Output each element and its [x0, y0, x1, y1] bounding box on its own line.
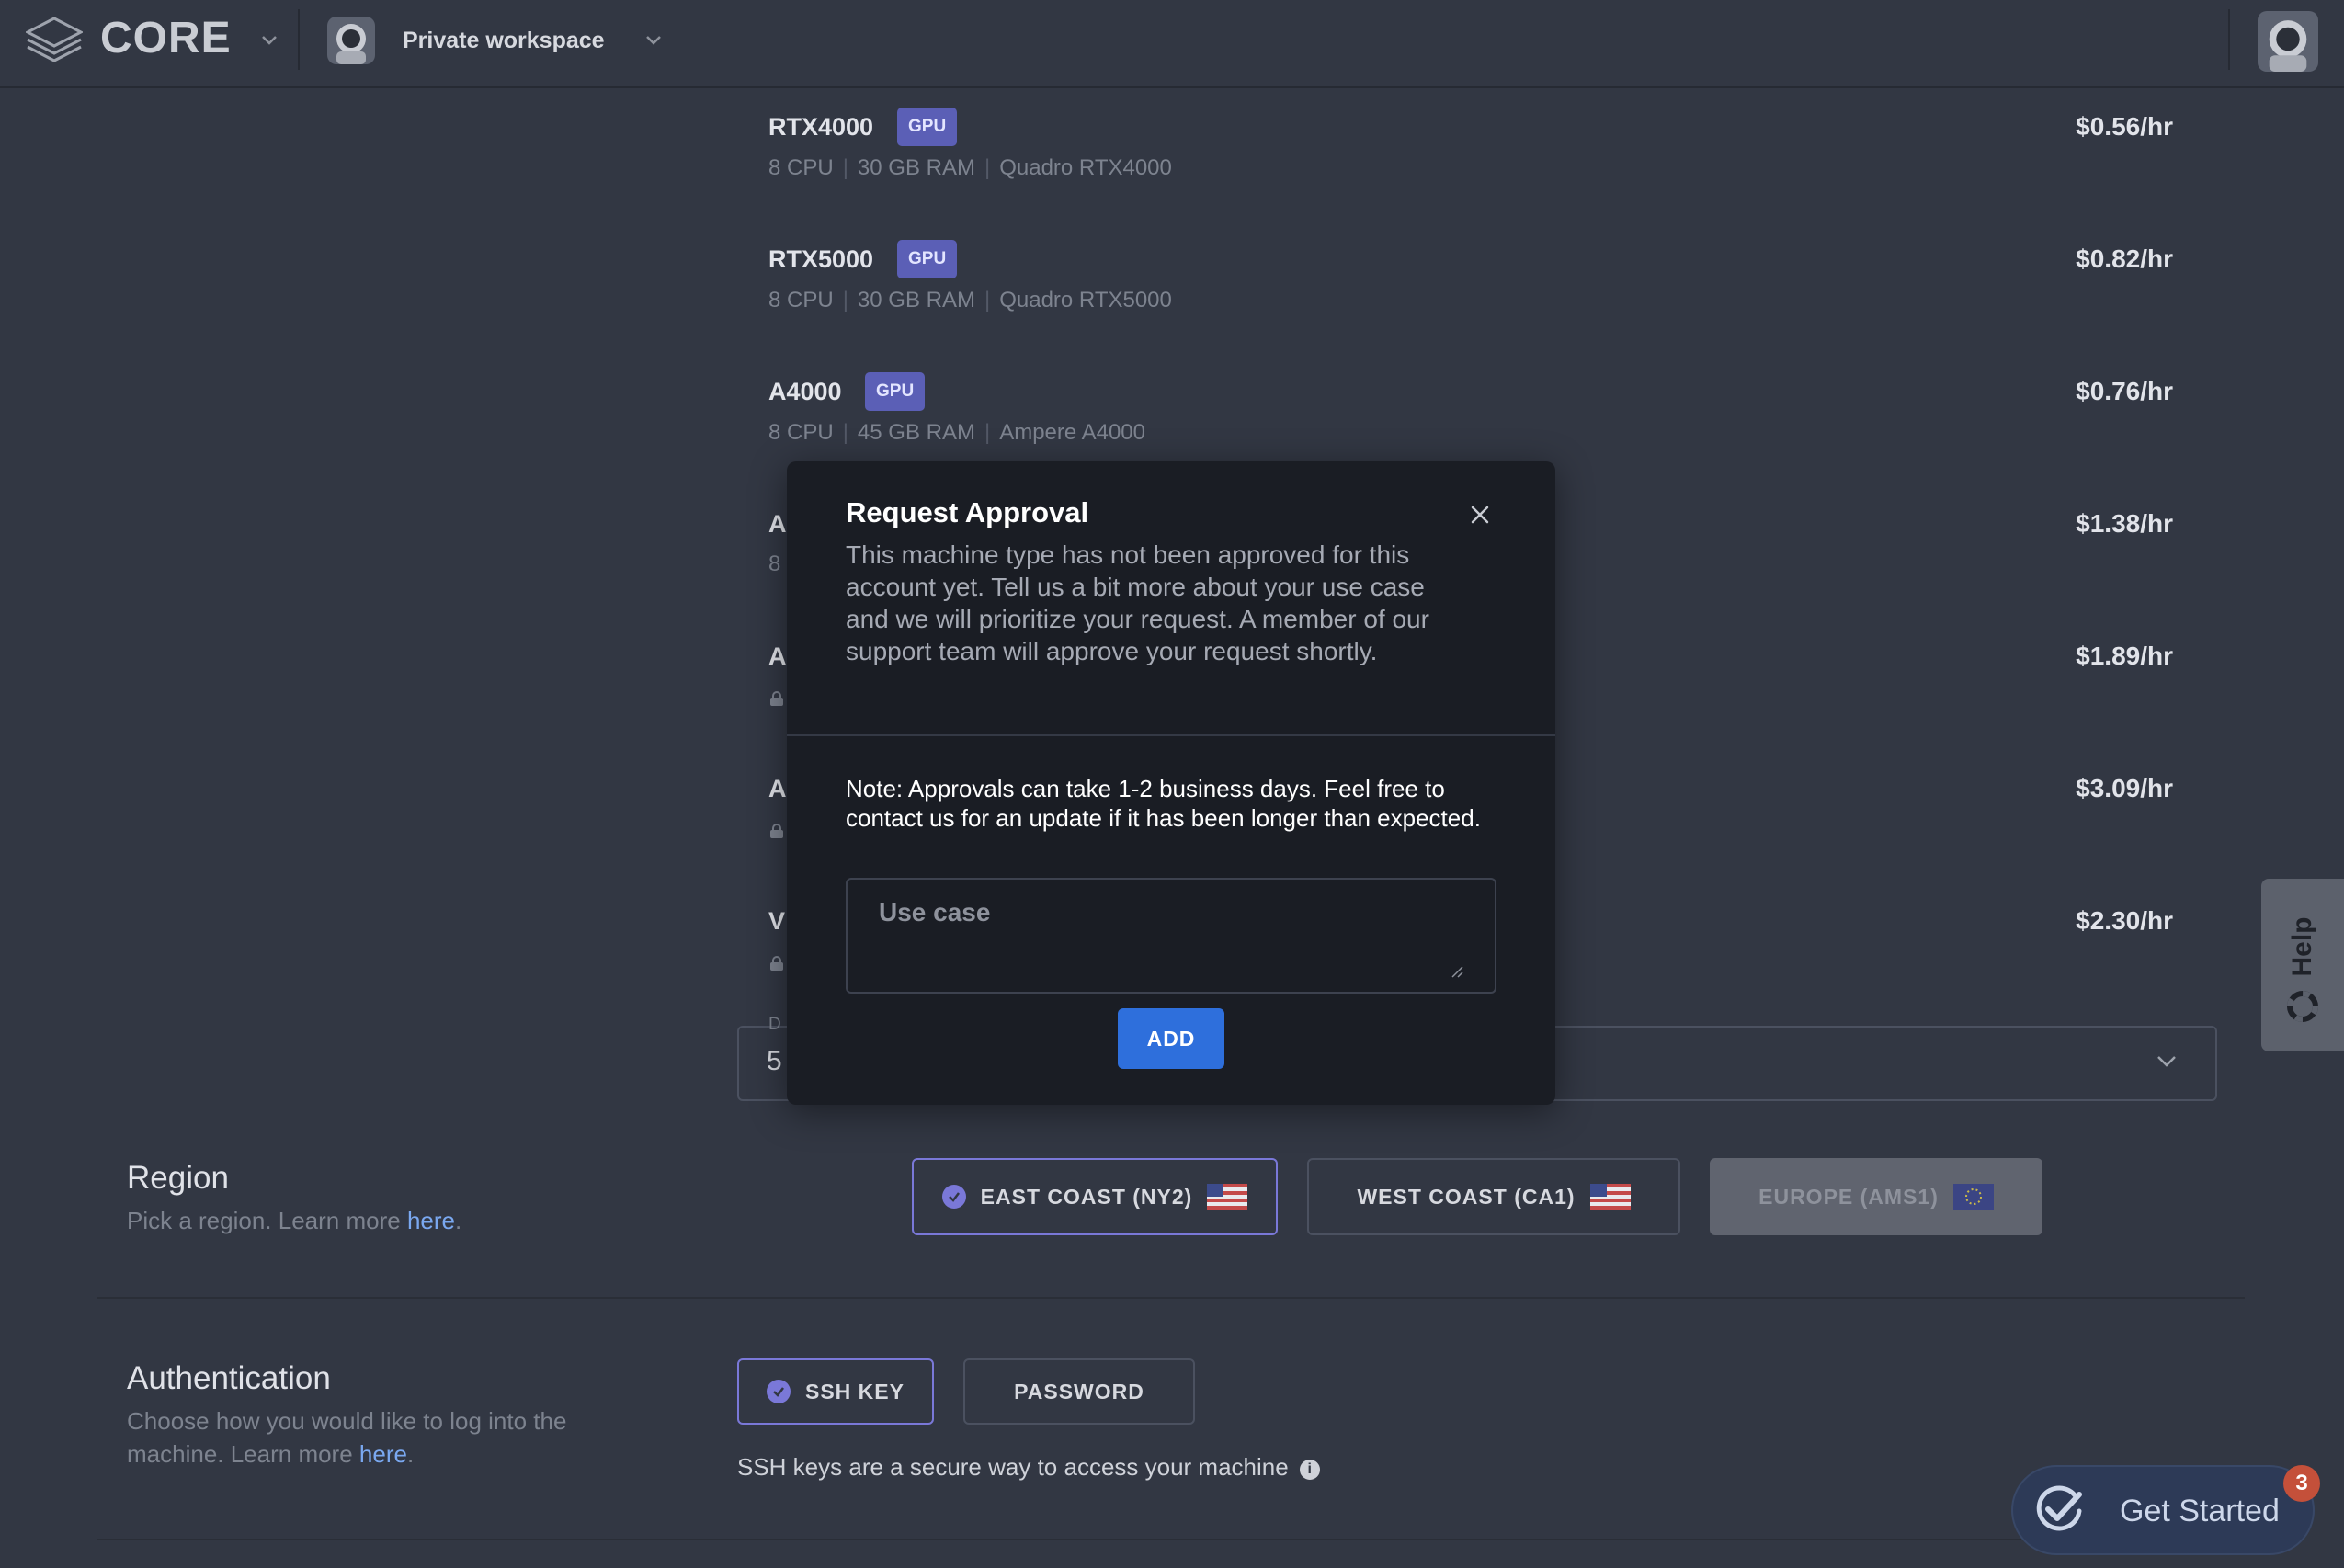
auth-option-password[interactable]: PASSWORD	[963, 1358, 1195, 1425]
machine-name[interactable]: V	[768, 904, 785, 937]
gpu-badge: GPU	[897, 108, 958, 146]
eu-flag-icon	[1952, 1184, 1994, 1210]
lock-icon	[770, 691, 783, 706]
gpu-badge: GPU	[897, 240, 958, 278]
cpu-count: 8 CPU	[768, 155, 834, 180]
machine-price: $3.09/hr	[2076, 774, 2173, 802]
chevron-down-icon[interactable]	[261, 35, 278, 46]
check-circle-icon	[767, 1380, 791, 1403]
section-divider	[97, 1297, 2245, 1299]
divider	[2228, 9, 2230, 70]
region-option-west-coast[interactable]: WEST COAST (CA1)	[1307, 1158, 1680, 1235]
disk-size-value: 5	[767, 1046, 782, 1076]
check-circle-icon	[941, 1185, 966, 1209]
auth-option-ssh-key[interactable]: SSH KEY	[737, 1358, 934, 1425]
ram-amount: 30 GB RAM	[857, 155, 975, 180]
learn-more-link[interactable]: here	[359, 1440, 407, 1468]
modal-description: This machine type has not been approved …	[846, 540, 1429, 665]
modal-note: Note: Approvals can take 1-2 business da…	[846, 775, 1481, 832]
gpu-badge: GPU	[865, 372, 926, 411]
gpu-model: Quadro RTX4000	[999, 155, 1172, 180]
auth-option-label: SSH KEY	[805, 1379, 905, 1403]
authentication-subtitle: Choose how you would like to log into th…	[127, 1407, 567, 1468]
chevron-down-icon[interactable]	[2156, 1055, 2177, 1068]
gpu-model: Ampere A4000	[999, 420, 1145, 445]
machine-price: $1.89/hr	[2076, 642, 2173, 670]
workspace-avatar[interactable]	[327, 17, 375, 64]
us-flag-icon	[1589, 1184, 1631, 1210]
authentication-title: Authentication	[127, 1360, 331, 1396]
cpu-count: 8 CPU	[768, 288, 834, 312]
machine-name[interactable]: RTX5000	[768, 243, 873, 276]
user-avatar[interactable]	[2258, 11, 2318, 72]
region-option-label: WEST COAST (CA1)	[1357, 1184, 1576, 1209]
brand-name[interactable]: CORE	[100, 13, 232, 64]
add-button[interactable]: ADD	[1118, 1008, 1224, 1069]
us-flag-icon	[1207, 1184, 1248, 1210]
machine-name[interactable]: RTX4000	[768, 110, 873, 143]
lock-icon	[770, 956, 783, 971]
section-divider	[97, 1539, 2245, 1540]
help-label[interactable]: Help	[2257, 916, 2344, 977]
auth-option-label: PASSWORD	[1014, 1379, 1144, 1403]
chevron-down-icon[interactable]	[645, 35, 662, 46]
learn-more-link[interactable]: here	[407, 1207, 455, 1234]
region-title: Region	[127, 1160, 229, 1196]
machine-specs: 8 CPU | 45 GB RAM | Ampere A4000	[768, 420, 1145, 445]
machine-price: $0.56/hr	[2076, 112, 2173, 141]
region-option-east-coast[interactable]: EAST COAST (NY2)	[912, 1158, 1278, 1235]
machine-price: $2.30/hr	[2076, 906, 2173, 935]
modal-title: Request Approval	[846, 496, 1089, 528]
modal-divider	[787, 734, 1555, 736]
use-case-input[interactable]	[846, 878, 1496, 994]
machine-price: $0.76/hr	[2076, 377, 2173, 405]
region-option-label: EUROPE (AMS1)	[1758, 1184, 1939, 1209]
checklist-icon	[2036, 1485, 2082, 1531]
region-option-europe: EUROPE (AMS1)	[1710, 1158, 2042, 1235]
ssh-note: SSH keys are a secure way to access your…	[737, 1450, 1320, 1483]
close-icon[interactable]	[1465, 500, 1495, 529]
machine-specs: 8 CPU | 30 GB RAM | Quadro RTX5000	[768, 288, 1172, 312]
cpu-count: 8 CPU	[768, 420, 834, 445]
machine-specs: 8 CPU | 30 GB RAM | Quadro RTX4000	[768, 155, 1172, 180]
lock-icon	[770, 824, 783, 838]
ram-amount: 45 GB RAM	[857, 420, 975, 445]
machine-name[interactable]: A	[768, 640, 787, 673]
machine-name[interactable]: A	[768, 772, 787, 805]
divider	[298, 9, 300, 70]
get-started-label[interactable]: Get Started	[2120, 1493, 2280, 1529]
resize-handle-icon[interactable]	[1451, 965, 1463, 978]
disk-size-label: D	[768, 1015, 781, 1034]
astronaut-icon	[336, 24, 366, 64]
info-icon[interactable]: i	[1299, 1460, 1320, 1480]
top-bar: CORE Private workspace	[0, 0, 2344, 88]
astronaut-icon	[2269, 20, 2307, 72]
ram-amount: 30 GB RAM	[857, 288, 975, 312]
lifebuoy-icon	[2287, 991, 2318, 1022]
gpu-model: Quadro RTX5000	[999, 288, 1172, 312]
machine-price: $0.82/hr	[2076, 244, 2173, 273]
machine-name[interactable]: A	[768, 507, 787, 540]
region-option-label: EAST COAST (NY2)	[980, 1184, 1193, 1209]
machine-specs: 8	[768, 551, 781, 576]
machine-price: $1.38/hr	[2076, 509, 2173, 538]
stack-logo-icon	[26, 17, 83, 62]
machine-name[interactable]: A4000	[768, 375, 842, 408]
notification-badge: 3	[2283, 1465, 2320, 1502]
workspace-name[interactable]: Private workspace	[403, 26, 605, 55]
region-subtitle: Pick a region. Learn more here.	[127, 1207, 462, 1234]
